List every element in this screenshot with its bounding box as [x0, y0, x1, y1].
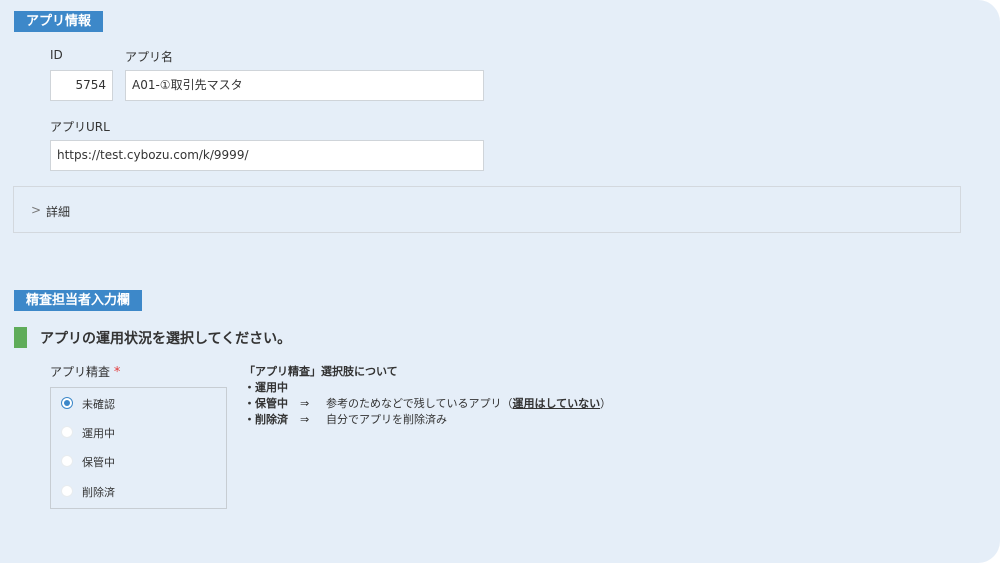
note-item-emphasis: 運用はしていない — [512, 397, 601, 410]
radio-option-label: 運用中 — [82, 427, 115, 440]
app-review-label-text: アプリ精査 — [50, 365, 111, 379]
details-label: 詳細 — [46, 205, 71, 219]
radio-option-label: 削除済 — [82, 486, 115, 499]
note-title: 「アプリ精査」選択肢について — [244, 365, 398, 378]
radio-option-label: 未確認 — [82, 398, 115, 411]
note-item-key: ・削除済 — [244, 413, 288, 426]
note-item-key: ・保管中 — [244, 397, 288, 410]
id-label: ID — [50, 48, 63, 62]
reviewer-section-label: 精査担当者入力欄 — [14, 290, 143, 311]
radio-unselected-icon[interactable] — [61, 485, 73, 497]
app-info-section-label: アプリ情報 — [14, 11, 104, 32]
radio-unselected-icon[interactable] — [61, 426, 73, 438]
arrow-icon: ⇒ — [300, 413, 310, 426]
note-item-key: ・運用中 — [244, 381, 288, 394]
radio-option-label: 保管中 — [82, 456, 115, 469]
radio-unselected-icon[interactable] — [61, 455, 73, 467]
note-item: ・保管中 ⇒ 参考のためなどで残しているアプリ（運用はしていない） — [244, 396, 611, 412]
note-item: ・削除済 ⇒ 自分でアプリを削除済み — [244, 412, 611, 428]
question-heading: アプリの運用状況を選択してください。 — [40, 331, 292, 347]
arrow-icon: ⇒ — [300, 397, 310, 410]
app-url-label: アプリURL — [50, 120, 110, 134]
details-collapsible[interactable]: > 詳細 — [13, 186, 961, 233]
note-item-desc: 参考のためなどで残しているアプリ（ — [326, 397, 513, 410]
note-item-desc: 自分でアプリを削除済み — [326, 413, 447, 426]
note-item-tail: ） — [600, 397, 612, 410]
id-field[interactable]: 5754 — [50, 70, 113, 101]
app-review-label: アプリ精査 * — [50, 363, 120, 380]
chevron-right-icon: > — [31, 203, 42, 217]
app-name-label: アプリ名 — [125, 50, 174, 64]
note-item: ・運用中 — [244, 380, 611, 396]
radio-selected-icon[interactable] — [61, 397, 73, 409]
review-options-note: 「アプリ精査」選択肢について ・運用中 ・保管中 ⇒ 参考のためなどで残しているアプ… — [244, 364, 611, 428]
app-review-radio-group: 未確認 運用中 保管中 削除済 — [50, 387, 227, 509]
app-url-field[interactable]: https://test.cybozu.com/k/9999/ — [50, 140, 484, 171]
app-name-field[interactable]: A01-①取引先マスタ — [125, 70, 484, 101]
required-mark: * — [113, 365, 121, 380]
question-marker — [14, 327, 27, 348]
